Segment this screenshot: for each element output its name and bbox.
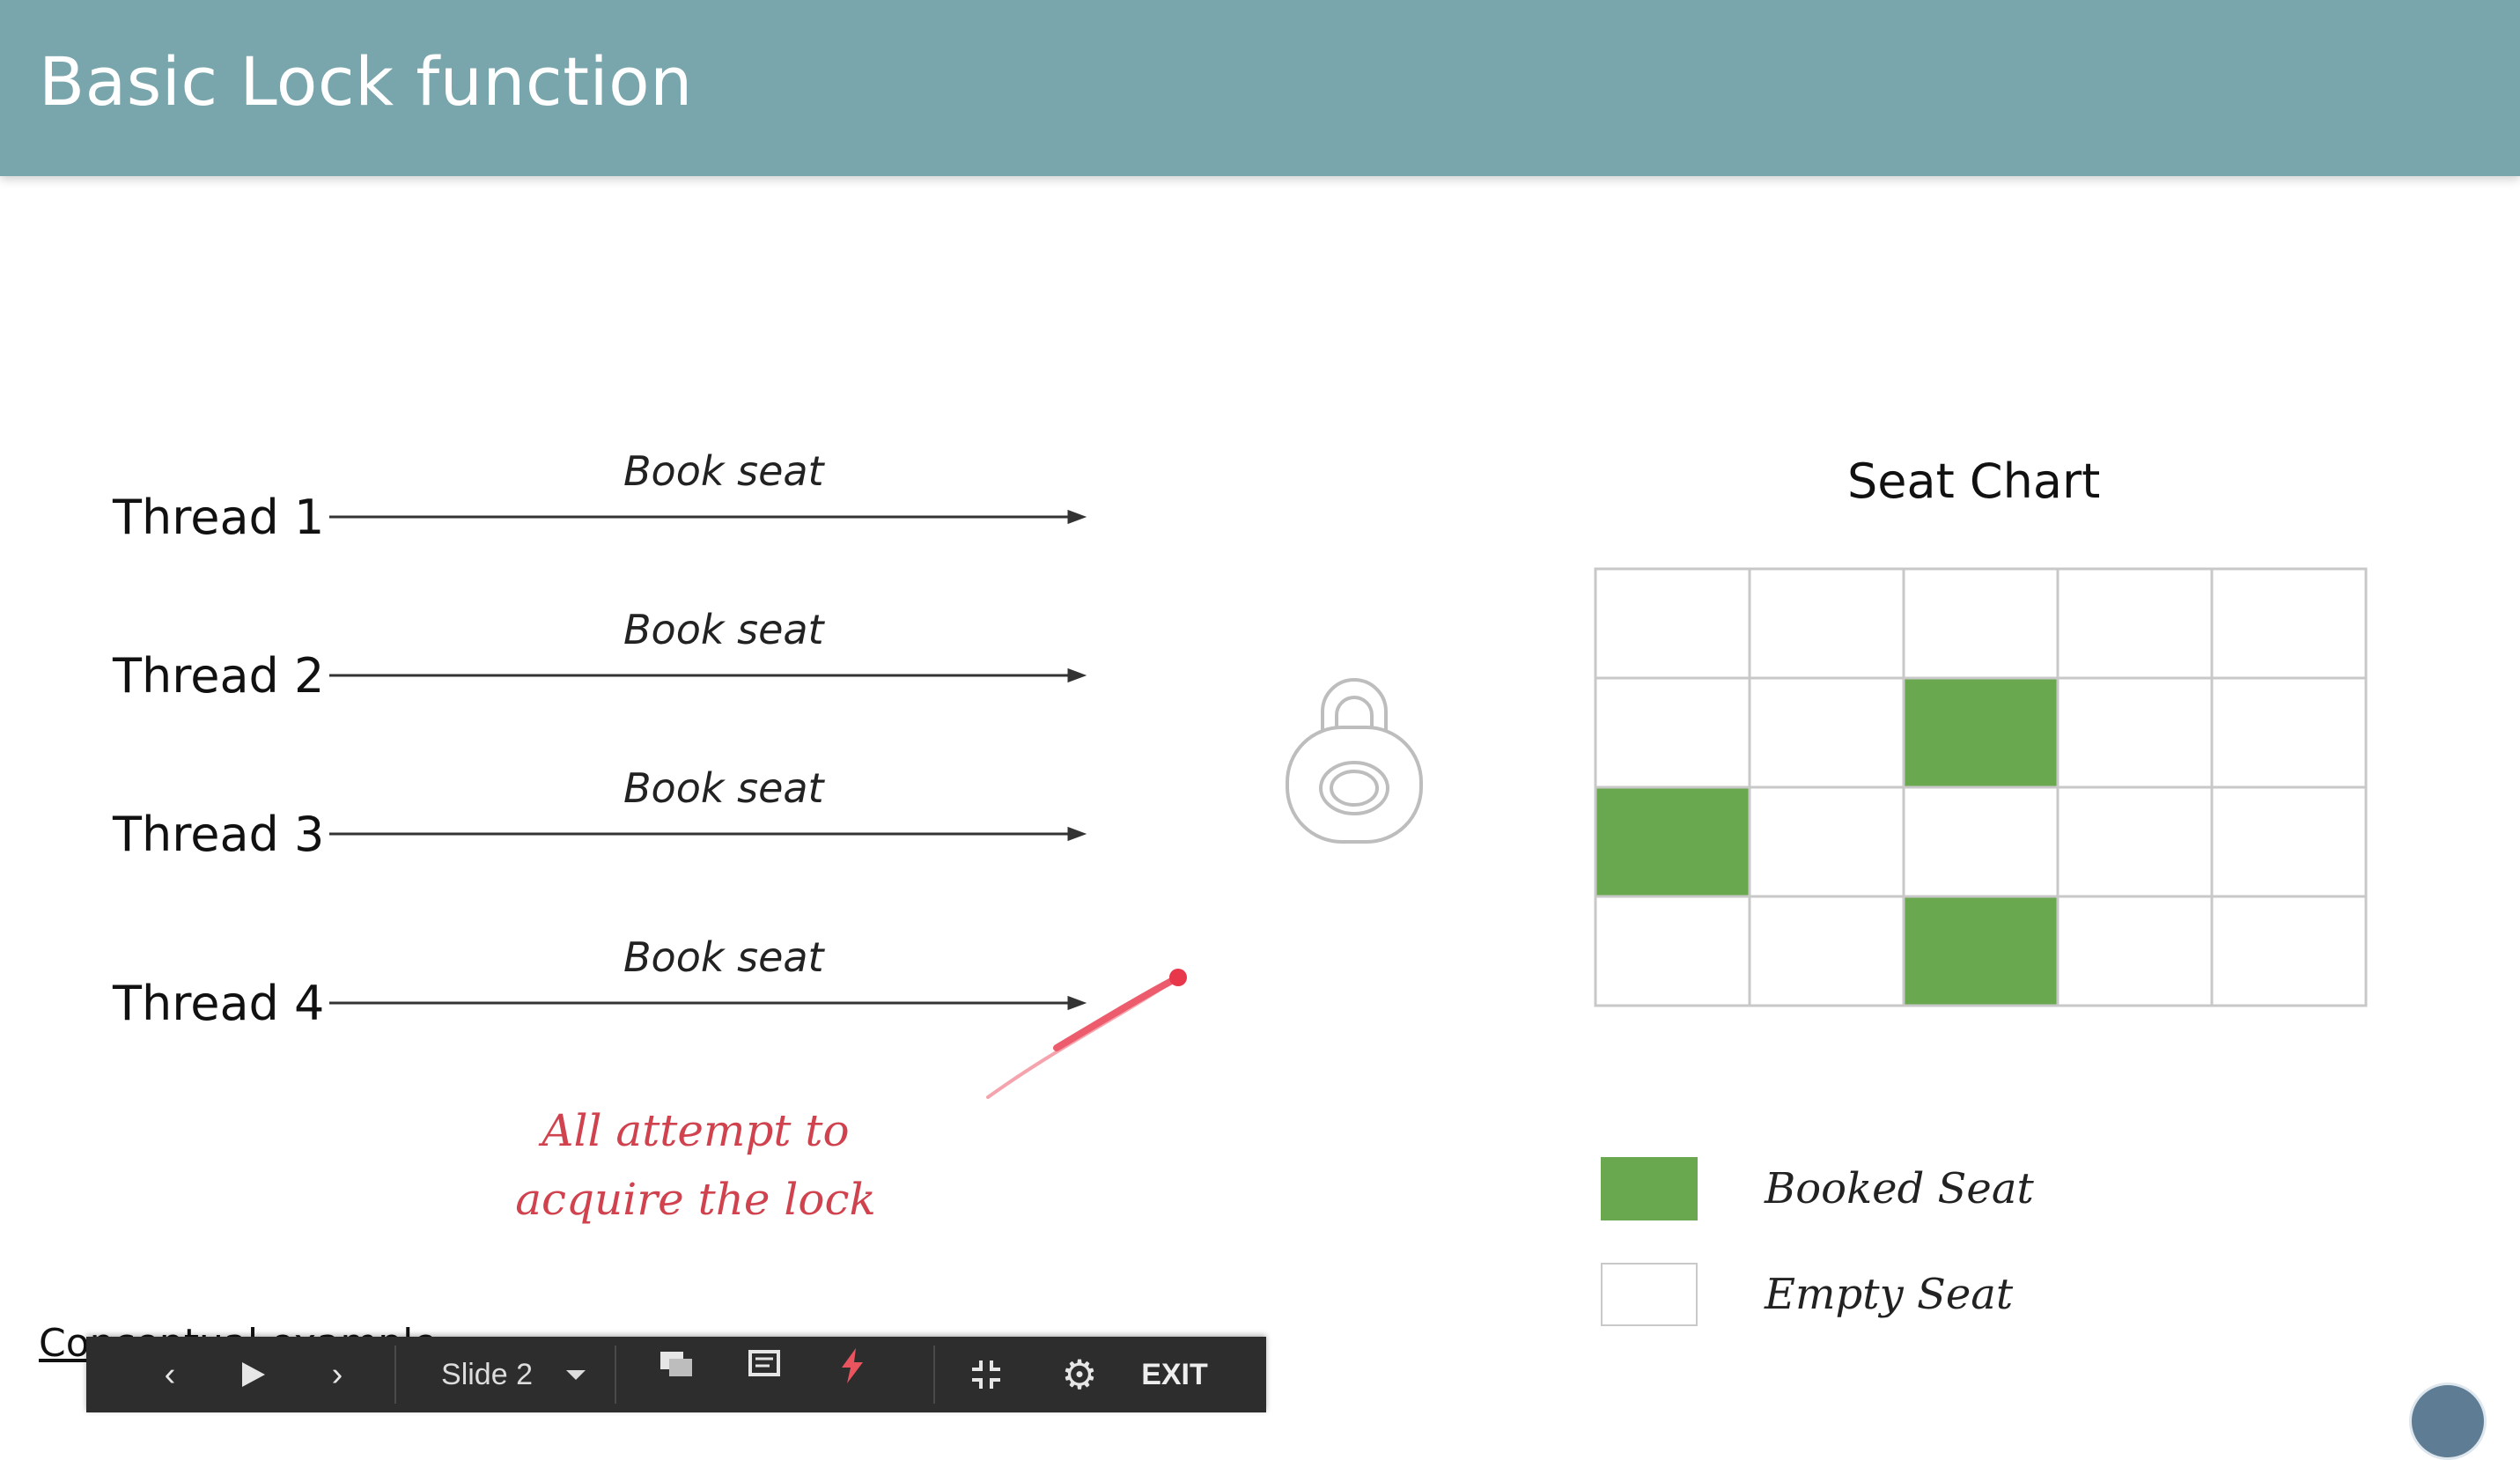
slide-graphics <box>329 509 2368 1099</box>
seat-empty <box>2056 785 2214 898</box>
seat-booked <box>1594 785 1751 898</box>
seat-empty <box>2056 567 2214 680</box>
speaker-notes-button[interactable] <box>738 1337 791 1412</box>
exit-fullscreen-button[interactable] <box>960 1337 1013 1412</box>
annotation-text: All attempt to acquire the lock <box>493 1096 898 1234</box>
seat-empty <box>1748 567 1905 680</box>
seat-booked <box>1902 895 2059 1007</box>
arrow-head-3 <box>1067 826 1087 842</box>
slide-selector[interactable]: Slide 2 <box>421 1337 606 1412</box>
prev-icon: ‹ <box>164 1355 176 1393</box>
pointer-icon <box>842 1348 863 1383</box>
seat-booked <box>1902 676 2059 789</box>
seat-empty <box>1902 785 2059 898</box>
seat-empty <box>1594 676 1751 789</box>
dropdown-icon <box>565 1370 586 1380</box>
seat-empty <box>2056 676 2214 789</box>
legend-booked-label: Booked Seat <box>1765 1164 2034 1213</box>
slide-selector-label: Slide 2 <box>441 1357 533 1391</box>
next-icon: › <box>331 1355 343 1393</box>
toolbar-divider <box>615 1346 616 1404</box>
presentation-toolbar: ‹ › Slide 2 ⚙ EXIT <box>86 1337 1266 1412</box>
settings-icon: ⚙ <box>1061 1352 1098 1397</box>
toolbar-divider <box>394 1346 396 1404</box>
annotation-line-1: All attempt to <box>542 1105 850 1156</box>
notes-icon <box>748 1350 780 1376</box>
prev-slide-button[interactable]: ‹ <box>148 1337 192 1412</box>
toolbar-divider <box>933 1346 935 1404</box>
seat-empty <box>1748 676 1905 789</box>
lock-icon <box>1286 678 1423 844</box>
exit-label: EXIT <box>1141 1357 1208 1391</box>
pointer-button[interactable] <box>826 1337 879 1412</box>
seat-empty <box>2210 567 2368 680</box>
seat-empty <box>1594 567 1751 680</box>
exit-fullscreen-icon <box>972 1360 1000 1389</box>
next-slide-button[interactable]: › <box>315 1337 359 1412</box>
arrow-head-2 <box>1067 667 1087 683</box>
seat-empty <box>1748 785 1905 898</box>
seat-empty <box>2210 895 2368 1007</box>
legend-empty-swatch <box>1601 1263 1698 1326</box>
seat-empty <box>2210 785 2368 898</box>
qa-icon <box>660 1352 692 1376</box>
pen-stroke <box>986 969 1187 1099</box>
seat-chart-title: Seat Chart <box>1847 453 2101 509</box>
legend-booked-swatch <box>1601 1157 1698 1220</box>
play-icon <box>242 1362 265 1387</box>
avatar <box>2409 1383 2487 1460</box>
seat-empty <box>1594 895 1751 1007</box>
seat-empty <box>1748 895 1905 1007</box>
seat-empty <box>2056 895 2214 1007</box>
qa-button[interactable] <box>650 1337 703 1412</box>
play-button[interactable] <box>227 1337 280 1412</box>
thread-arrows <box>329 509 1087 1011</box>
settings-button[interactable]: ⚙ <box>1053 1337 1106 1412</box>
seat-empty <box>2210 676 2368 789</box>
arrow-head-1 <box>1067 509 1087 525</box>
seat-empty <box>1902 567 2059 680</box>
legend-empty-label: Empty Seat <box>1765 1270 2014 1319</box>
arrow-head-4 <box>1067 995 1087 1011</box>
seat-grid <box>1594 567 2368 1007</box>
exit-button[interactable]: EXIT <box>1131 1337 1219 1412</box>
annotation-line-2: acquire the lock <box>515 1174 876 1225</box>
